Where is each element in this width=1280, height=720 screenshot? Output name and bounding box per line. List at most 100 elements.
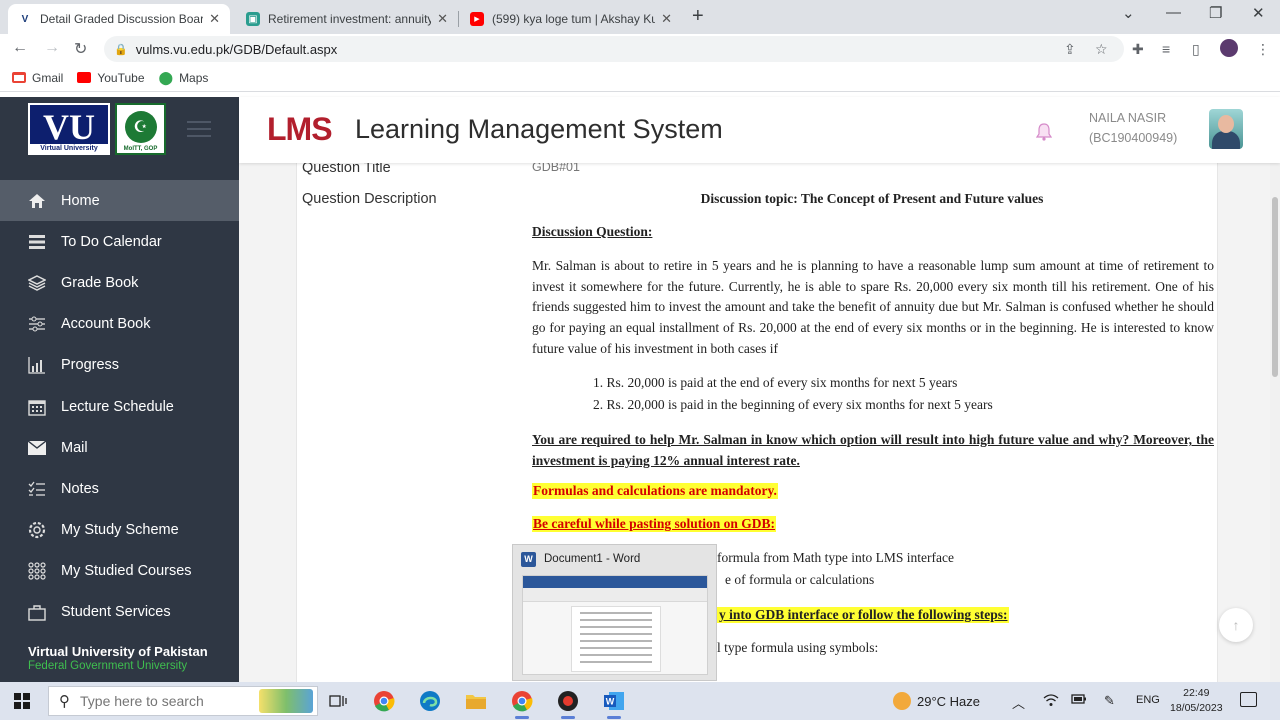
notification-icon[interactable] xyxy=(1240,692,1257,707)
edge-icon[interactable] xyxy=(417,688,443,714)
new-tab-button[interactable]: + xyxy=(692,5,704,28)
close-icon[interactable]: ✕ xyxy=(437,11,448,27)
gmail-icon xyxy=(12,72,26,83)
sidebar-item-lecture-schedule[interactable]: Lecture Schedule xyxy=(0,386,239,427)
search-icon: ⚲ xyxy=(59,693,70,710)
pen-icon[interactable]: ✎ xyxy=(1104,693,1115,709)
close-icon[interactable]: ✕ xyxy=(209,11,220,27)
clock[interactable]: 22:49 18/05/2023 xyxy=(1170,686,1223,716)
minimize-icon[interactable]: — xyxy=(1166,4,1181,21)
reload-icon[interactable]: ↻ xyxy=(74,39,87,59)
requirement-text: You are required to help Mr. Salman in k… xyxy=(532,432,1214,468)
tab-title: Retirement investment: annuity o xyxy=(268,12,432,26)
sidebar-item-label: Account Book xyxy=(61,316,151,333)
more-menu-icon[interactable]: ⋮ xyxy=(1256,41,1270,58)
crescent-icon: ☪ xyxy=(124,111,157,143)
weather-widget[interactable]: 29°C Haze xyxy=(893,692,980,710)
discussion-topic: Discussion topic: The Concept of Present… xyxy=(700,191,1044,206)
calendar-icon xyxy=(27,397,47,417)
forward-arrow-icon[interactable]: → xyxy=(44,39,60,57)
sidebar-footer: Virtual University of Pakistan Federal G… xyxy=(28,645,208,673)
vu-logo-text: VU xyxy=(43,107,95,147)
tab-youtube[interactable]: ▶ (599) kya loge tum | Akshay Kum ✕ xyxy=(460,4,682,34)
bookmarks-bar: Gmail YouTube ⬤ Maps xyxy=(0,64,1280,92)
bookmark-gmail[interactable]: Gmail xyxy=(12,71,63,85)
question-paragraph: Mr. Salman is about to retire in 5 years… xyxy=(532,258,1214,356)
sidebar-item-notes[interactable]: Notes xyxy=(0,468,239,509)
sidebar-item-account-book[interactable]: Account Book xyxy=(0,304,239,345)
sidebar-item-progress[interactable]: Progress xyxy=(0,345,239,386)
windows-start-icon[interactable] xyxy=(14,693,30,709)
wifi-icon[interactable] xyxy=(1043,693,1059,710)
arrow-up-icon: ↑ xyxy=(1232,617,1240,633)
moitt-logo: ☪ MoITT, GOP xyxy=(115,103,166,155)
chrome-icon[interactable] xyxy=(371,688,397,714)
restore-icon[interactable]: ❐ xyxy=(1209,4,1222,22)
chevron-up-icon[interactable]: ︿ xyxy=(1012,693,1025,712)
sidebar-item-todo-calendar[interactable]: To Do Calendar xyxy=(0,221,239,262)
list-icon xyxy=(27,232,47,252)
sidebar-item-label: Lecture Schedule xyxy=(61,398,174,415)
close-icon[interactable]: ✕ xyxy=(661,11,672,27)
logo-area: VU Virtual University ☪ MoITT, GOP xyxy=(0,97,239,179)
task-view-icon[interactable] xyxy=(325,688,351,714)
side-panel-icon[interactable]: ▯ xyxy=(1192,41,1200,58)
thumb-page xyxy=(571,606,661,672)
close-window-icon[interactable]: ✕ xyxy=(1252,4,1265,22)
sidebar-item-home[interactable]: Home xyxy=(0,180,239,222)
chevron-down-icon[interactable]: ⌄ xyxy=(1122,4,1135,22)
language-indicator[interactable]: ENG xyxy=(1136,694,1160,706)
extensions-icon[interactable]: ✚ xyxy=(1132,41,1144,58)
bookmark-maps[interactable]: ⬤ Maps xyxy=(159,70,209,86)
sidebar-item-studied-courses[interactable]: My Studied Courses xyxy=(0,551,239,592)
user-info[interactable]: NAILA NASIR (BC190400949) xyxy=(1089,108,1177,148)
list-item: 2. Rs. 20,000 is paid in the beginning o… xyxy=(593,397,993,412)
sidebar-item-label: Home xyxy=(61,192,100,209)
bookmark-youtube[interactable]: YouTube xyxy=(77,71,145,85)
sidebar-item-student-services[interactable]: Student Services xyxy=(0,592,239,633)
tab-retirement[interactable]: ▣ Retirement investment: annuity o ✕ xyxy=(236,4,458,34)
vu-logo-sub: Virtual University xyxy=(30,144,108,153)
vu-logo[interactable]: VU Virtual University xyxy=(28,103,110,155)
retirement-favicon-icon: ▣ xyxy=(246,12,260,26)
profile-avatar[interactable] xyxy=(1220,39,1238,57)
scrollbar-thumb[interactable] xyxy=(1272,197,1278,377)
back-arrow-icon[interactable]: ← xyxy=(12,39,28,57)
battery-icon[interactable] xyxy=(1071,693,1087,708)
tab-gdb[interactable]: V Detail Graded Discussion Board ✕ xyxy=(8,4,230,34)
home-icon xyxy=(27,191,47,211)
thumb-ribbon-tools xyxy=(523,588,707,602)
instruction-steps: y into GDB interface or follow the follo… xyxy=(717,607,1010,623)
reading-list-icon[interactable]: ≡ xyxy=(1162,41,1170,57)
bookmark-label: Maps xyxy=(179,70,209,85)
file-explorer-icon[interactable] xyxy=(463,688,489,714)
address-bar[interactable]: 🔒 vulms.vu.edu.pk/GDB/Default.aspx xyxy=(104,36,1124,62)
document-thumbnail xyxy=(522,575,708,675)
sidebar-item-label: Progress xyxy=(61,357,120,374)
lms-logo-text: LMS xyxy=(267,111,333,147)
chrome-app-icon[interactable] xyxy=(509,688,535,719)
notes-icon xyxy=(27,479,47,499)
sidebar-item-study-scheme[interactable]: My Study Scheme xyxy=(0,510,239,551)
app-icon[interactable] xyxy=(555,688,581,719)
star-icon[interactable]: ☆ xyxy=(1095,41,1108,58)
lock-icon: 🔒 xyxy=(114,43,128,56)
sidebar-nav: Home To Do Calendar Grade Book Account B… xyxy=(0,180,239,633)
lms-logo[interactable]: LMS xyxy=(267,111,333,148)
avatar[interactable] xyxy=(1209,109,1243,149)
sidebar-item-label: Student Services xyxy=(61,604,171,621)
page-scrollbar[interactable] xyxy=(1270,163,1280,682)
avatar-face xyxy=(1218,115,1234,133)
instruction-line: l type formula using symbols: xyxy=(717,640,879,655)
browser-toolbar: ← → ↻ 🔒 vulms.vu.edu.pk/GDB/Default.aspx… xyxy=(0,34,1280,64)
hamburger-menu-icon[interactable] xyxy=(187,121,211,142)
scroll-to-top-button[interactable]: ↑ xyxy=(1219,608,1253,642)
search-input[interactable] xyxy=(80,693,230,709)
taskbar-search[interactable]: ⚲ xyxy=(48,686,318,716)
share-icon[interactable]: ⇪ xyxy=(1064,41,1076,58)
sidebar-item-mail[interactable]: Mail xyxy=(0,427,239,468)
bell-icon[interactable] xyxy=(1036,123,1052,141)
word-window-preview[interactable]: W Document1 - Word xyxy=(512,544,717,681)
sidebar-item-grade-book[interactable]: Grade Book xyxy=(0,262,239,303)
word-taskbar-icon[interactable]: W xyxy=(601,688,627,719)
